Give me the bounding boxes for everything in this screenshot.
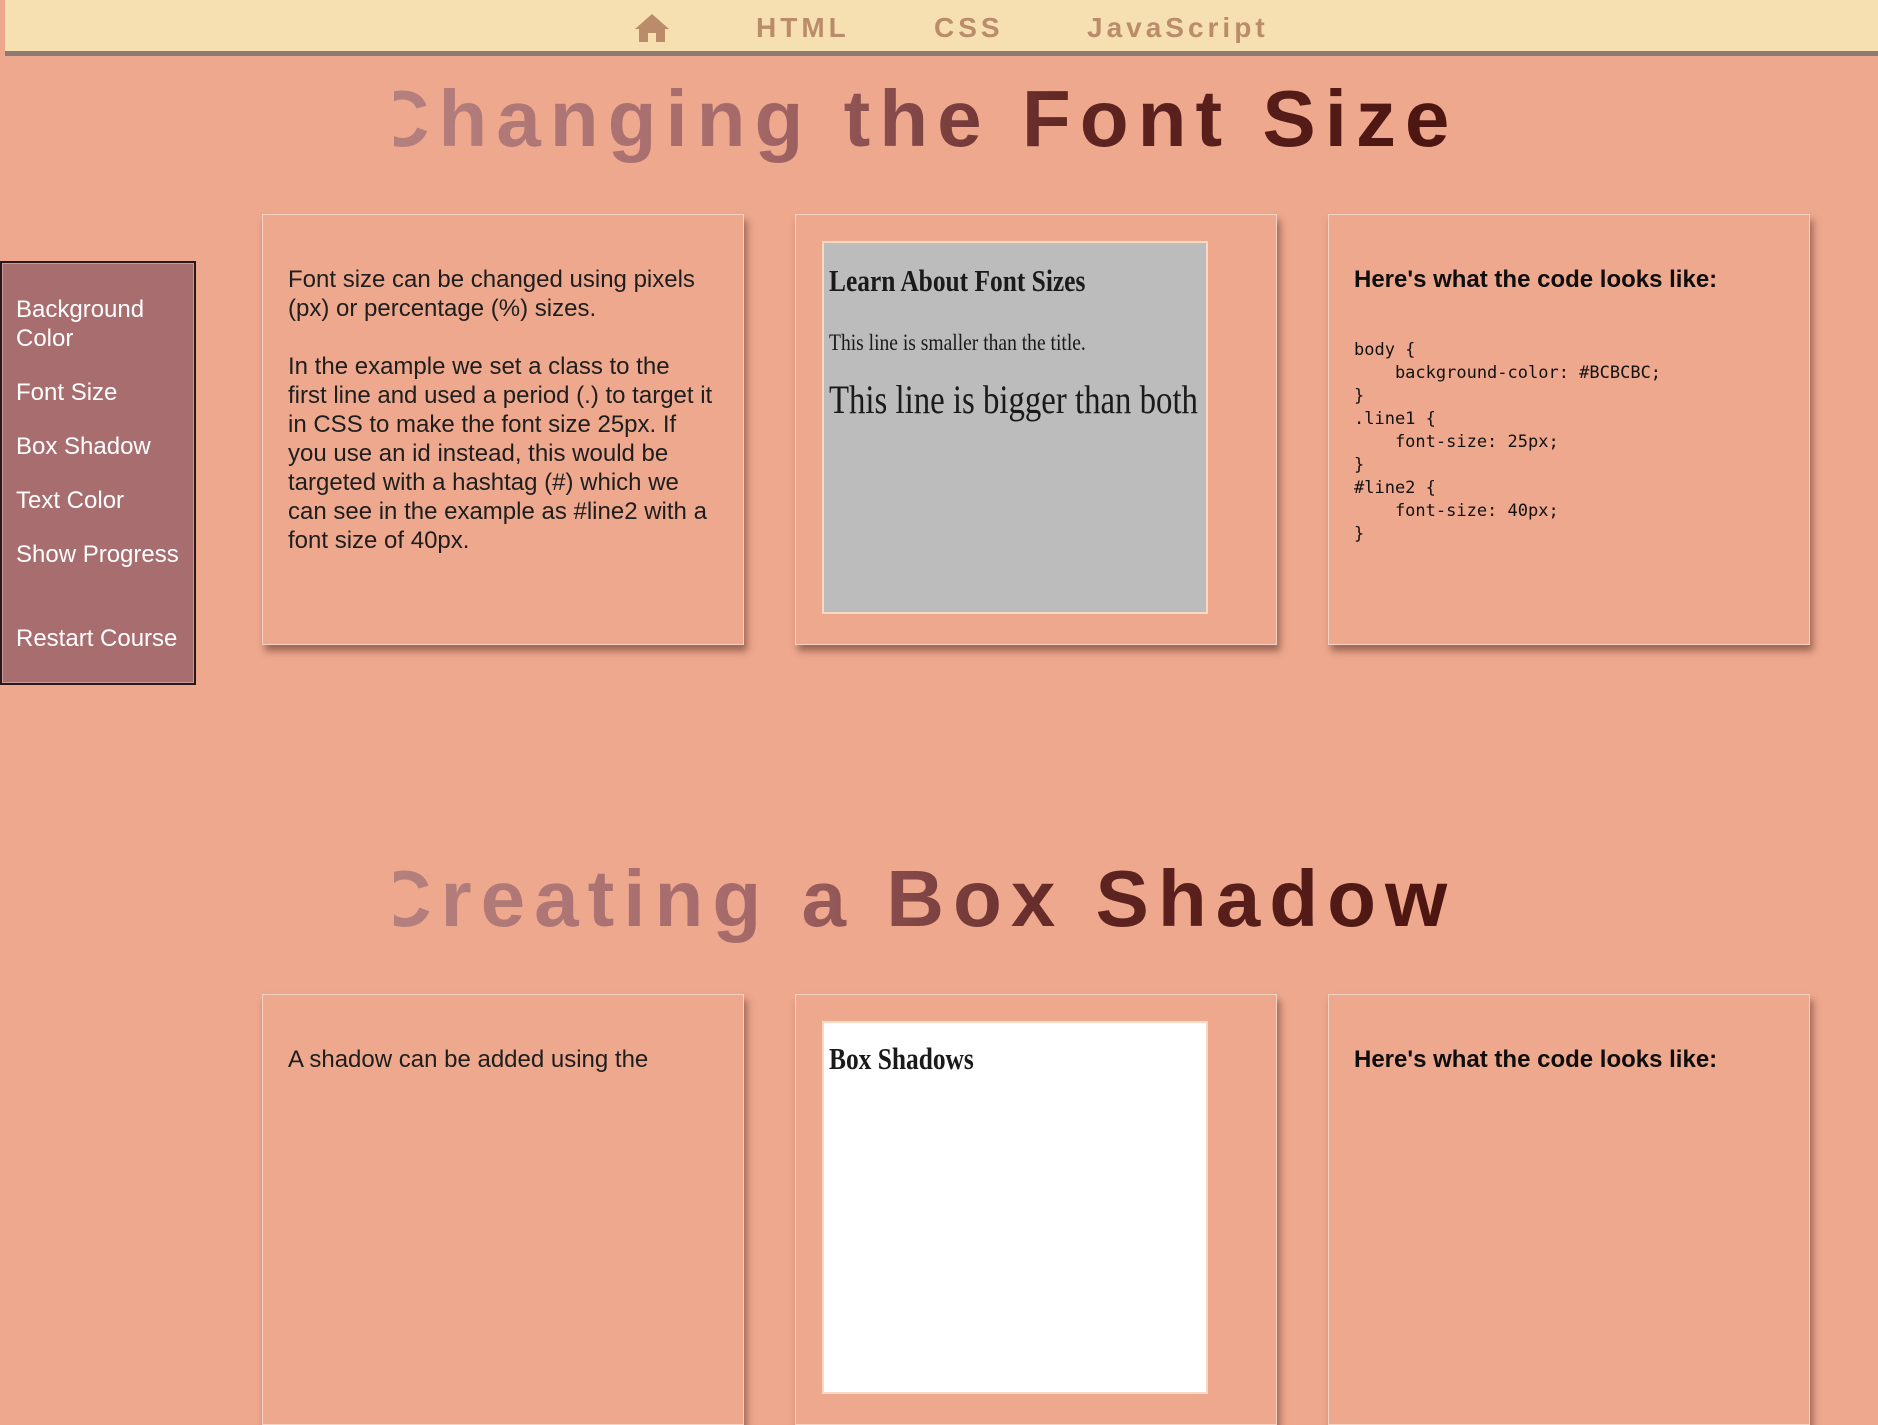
explanation-paragraph: In the example we set a class to the fir… — [288, 353, 713, 554]
explanation-paragraph: A shadow can be added using the — [288, 1046, 649, 1073]
code-line: body { — [1354, 340, 1416, 360]
font-size-example: Learn About Font Sizes This line is smal… — [822, 241, 1208, 614]
code-line: } — [1354, 386, 1365, 406]
code-heading: Here's what the code looks like: — [1354, 266, 1718, 293]
sidebar-item-box-shadow[interactable]: Box Shadow — [16, 432, 191, 461]
code-heading: Here's what the code looks like: — [1354, 1046, 1718, 1073]
example-card: Box Shadows — [795, 994, 1277, 1425]
sidebar-item-text-color[interactable]: Text Color — [16, 486, 191, 515]
code-line: background-color: #BCBCBC; — [1354, 363, 1662, 383]
example-line-small: This line is smaller than the title. — [829, 330, 1086, 355]
code-line: font-size: 40px; — [1354, 501, 1559, 521]
example-title: Learn About Font Sizes — [829, 263, 1086, 298]
box-shadow-example: Box Shadows — [822, 1021, 1208, 1394]
explanation-paragraph: Font size can be changed using pixels (p… — [288, 266, 695, 322]
code-line: .line1 { — [1354, 409, 1436, 429]
explanation-card: Font size can be changed using pixels (p… — [262, 214, 744, 645]
sidebar: Background Color Font Size Box Shadow Te… — [0, 261, 196, 685]
nav-link-html[interactable]: HTML — [756, 10, 850, 46]
explanation-card: A shadow can be added using the — [262, 994, 744, 1425]
code-card: Here's what the code looks like: body { … — [1328, 214, 1810, 645]
example-card: Learn About Font Sizes This line is smal… — [795, 214, 1277, 645]
code-line: #line2 { — [1354, 478, 1436, 498]
sidebar-item-font-size[interactable]: Font Size — [16, 378, 191, 407]
home-icon[interactable] — [632, 11, 672, 45]
top-nav: HTML CSS JavaScript — [5, 0, 1878, 56]
code-block: body { background-color: #BCBCBC;} .line1… — [1354, 339, 1661, 546]
example-title: Box Shadows — [829, 1041, 974, 1076]
nav-link-css[interactable]: CSS — [934, 10, 1004, 46]
section-title-font-size: Changing the Font Size — [0, 72, 1830, 166]
code-card: Here's what the code looks like: — [1328, 994, 1810, 1425]
code-line: } — [1354, 524, 1365, 544]
code-line: font-size: 25px; — [1354, 432, 1559, 452]
example-line-large: This line is bigger than both — [829, 377, 1198, 422]
section-title-box-shadow: Creating a Box Shadow — [0, 852, 1830, 946]
sidebar-item-background-color[interactable]: Background Color — [16, 295, 191, 353]
nav-link-javascript[interactable]: JavaScript — [1087, 10, 1269, 46]
code-line: } — [1354, 455, 1365, 475]
sidebar-item-show-progress[interactable]: Show Progress — [16, 540, 191, 569]
sidebar-item-restart-course[interactable]: Restart Course — [16, 624, 191, 653]
